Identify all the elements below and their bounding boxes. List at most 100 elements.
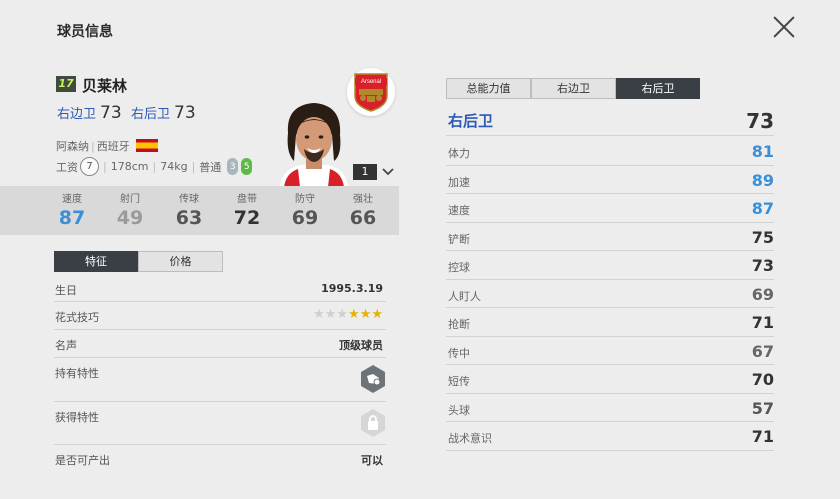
attribute-value: 89 [751, 170, 774, 190]
attribute-value: 87 [751, 199, 774, 218]
star-icon: ★ [359, 307, 372, 322]
tab-traits[interactable]: 特征 [54, 251, 138, 272]
attribute-row: 头球 57 [446, 394, 774, 422]
stat-label: 防守 [295, 194, 315, 205]
row-label: 持有特性 [55, 367, 99, 380]
lock-icon [360, 408, 386, 438]
birthday-value: 1995.3.19 [321, 282, 383, 295]
attribute-label: 速度 [448, 204, 470, 217]
position-value: 73 [746, 109, 774, 133]
position-label: 右后卫 [131, 107, 171, 122]
divider: | [152, 160, 157, 173]
divider: | [191, 160, 196, 173]
info-row-skill-moves: 花式技巧 ★★★★★★ [54, 302, 386, 330]
star-icon: ★ [336, 307, 349, 322]
star-icon: ★ [371, 307, 383, 322]
attribute-label: 战术意识 [448, 432, 492, 445]
attribute-row: 体力 81 [446, 137, 774, 166]
stat-label: 射门 [120, 194, 140, 205]
stat-value: 69 [291, 207, 319, 229]
stat-value: 87 [58, 207, 86, 229]
tab-overall[interactable]: 总能力值 [446, 78, 531, 99]
attribute-value: 57 [751, 398, 774, 418]
stat-label: 强壮 [353, 194, 373, 205]
info-row-fame: 名声 顶级球员 [54, 330, 386, 358]
star-icon: ★ [348, 307, 360, 322]
stat-value: 66 [349, 207, 377, 229]
wage-value: 7 [80, 157, 99, 176]
row-label: 获得特性 [55, 411, 99, 424]
position-ovr: 73 [174, 103, 196, 123]
strong-foot-badge: 5 [241, 158, 253, 175]
attribute-label: 头球 [448, 403, 470, 417]
stat-pace: 速度 87 [47, 190, 97, 229]
position-label: 右边卫 [57, 107, 97, 122]
row-label: 花式技巧 [55, 311, 99, 324]
stat-label: 盘带 [237, 194, 257, 205]
stat-value: 72 [233, 207, 261, 229]
attribute-value: 81 [751, 142, 774, 161]
nation-name: 西班牙 [96, 140, 130, 153]
attribute-row: 加速 89 [446, 166, 774, 194]
divider: | [91, 140, 95, 153]
skill-stars: ★★★★★★ [313, 308, 383, 321]
attribute-value: 71 [751, 313, 774, 332]
chevron-down-icon[interactable] [381, 164, 395, 178]
stat-label: 传球 [179, 194, 199, 205]
attribute-label: 体力 [448, 147, 470, 160]
attribute-row: 速度 87 [446, 194, 774, 223]
position-ovr: 73 [100, 103, 122, 123]
fame-value: 顶级球员 [339, 339, 383, 352]
star-icon: ★ [324, 307, 337, 322]
attribute-label: 铲断 [448, 232, 470, 246]
attribute-value: 70 [751, 370, 774, 389]
club-badge: Arsenal [347, 68, 395, 116]
stat-physical: 强壮 66 [338, 190, 388, 229]
body-type: 普通 [199, 160, 222, 174]
trait-icon[interactable] [360, 364, 386, 394]
position-label: 右后卫 [448, 112, 494, 130]
row-label: 名声 [55, 339, 77, 352]
stat-defending: 防守 69 [280, 190, 330, 229]
wage-label: 工资 [56, 160, 78, 174]
attribute-row: 人盯人 69 [446, 280, 774, 308]
summary-stats-band: 速度 87 射门 49 传球 63 盘带 72 防守 69 强壮 66 [0, 186, 399, 235]
player-portrait [270, 95, 358, 187]
close-icon[interactable] [772, 15, 796, 39]
stat-passing: 传球 63 [164, 190, 214, 229]
spain-flag-icon [135, 139, 158, 152]
attribute-row: 战术意识 71 [446, 422, 774, 451]
info-row-gained-traits: 获得特性 [54, 402, 386, 445]
row-label: 是否可产出 [55, 454, 110, 467]
info-row-birthday: 生日 1995.3.19 [54, 278, 386, 302]
weak-foot-badge: 3 [227, 158, 239, 175]
attribute-value: 73 [751, 256, 774, 275]
position-rating-rb: 右后卫 73 [131, 103, 196, 123]
club-badge-text: Arsenal [361, 79, 381, 85]
attribute-label: 加速 [448, 175, 470, 189]
attribute-value: 69 [751, 284, 774, 304]
attribute-row: 铲断 75 [446, 223, 774, 251]
tab-rwb[interactable]: 右边卫 [531, 78, 616, 99]
attribute-label: 抢断 [448, 318, 470, 331]
club-nation-line: 阿森纳 | 西班牙 [56, 138, 158, 154]
club-name: 阿森纳 [56, 140, 89, 153]
attribute-label: 传中 [448, 346, 470, 360]
tab-rb[interactable]: 右后卫 [616, 78, 700, 99]
producible-value: 可以 [361, 454, 383, 467]
divider: | [103, 160, 107, 173]
season-badge: 17 [56, 76, 76, 92]
attribute-value: 67 [751, 341, 774, 361]
attribute-value: 71 [751, 427, 774, 446]
attribute-row: 传中 67 [446, 337, 774, 365]
attribute-label: 控球 [448, 261, 470, 274]
stat-value: 49 [116, 207, 144, 229]
page-title: 球员信息 [57, 24, 113, 40]
info-row-held-traits: 持有特性 [54, 358, 386, 402]
weight-value: 74kg [160, 160, 188, 173]
stat-dribbling: 盘带 72 [222, 190, 272, 229]
tab-price[interactable]: 价格 [138, 251, 223, 272]
attribute-row: 控球 73 [446, 251, 774, 280]
physical-info-line: 工资 7 | 178cm | 74kg | 普通 3 5 [56, 157, 253, 176]
attribute-label: 人盯人 [448, 289, 481, 303]
